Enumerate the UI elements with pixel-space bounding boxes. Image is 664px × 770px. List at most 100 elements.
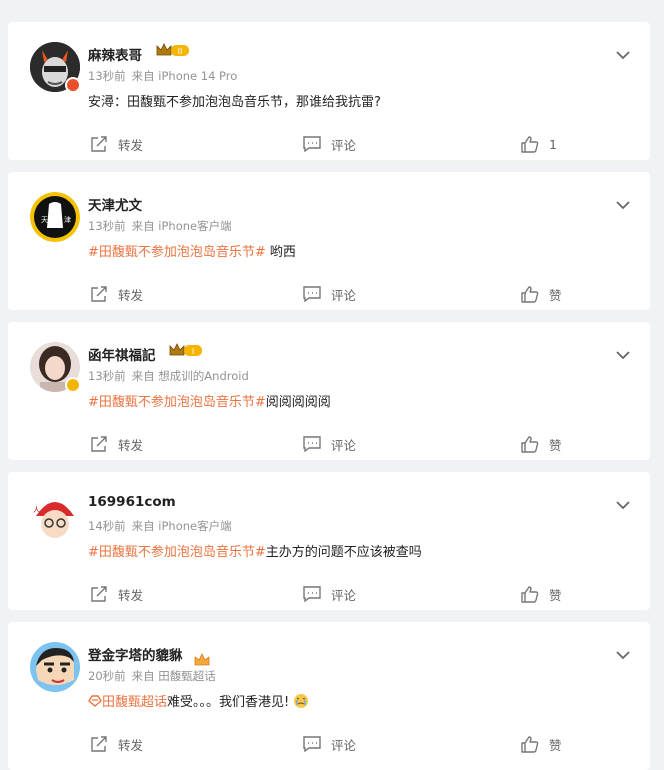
user-name[interactable]: 登金字塔的貔貅 xyxy=(88,644,183,664)
comment-button[interactable]: 评论 xyxy=(303,284,356,304)
post-meta: 13秒前 来自 想成训的Android xyxy=(88,368,249,384)
comment-button[interactable]: 评论 xyxy=(303,584,356,604)
comment-label: 评论 xyxy=(331,137,357,153)
post-time[interactable]: 20秒前 xyxy=(88,669,126,683)
comment-card: 函年祺福記 I 13秒前 来自 想成训的Android #田馥甄不参加泡泡岛音乐节… xyxy=(8,322,650,460)
like-count: 1 xyxy=(549,136,557,152)
cartoon-boy-avatar[interactable]: 人 xyxy=(30,492,80,542)
repost-label: 转发 xyxy=(118,587,144,603)
repost-label: 转发 xyxy=(118,137,144,153)
crown-level: I xyxy=(192,347,194,356)
comment-button[interactable]: 评论 xyxy=(303,134,356,154)
super-topic-link[interactable]: 田馥甄超话 xyxy=(102,695,167,710)
comment-button[interactable]: 评论 xyxy=(303,434,356,454)
crying-emoji-icon xyxy=(294,694,309,708)
post-time[interactable]: 13秒前 xyxy=(88,369,126,383)
tianjin-logo-avatar[interactable]: 天 津 xyxy=(30,192,80,242)
repost-label: 转发 xyxy=(118,437,144,453)
comment-label: 评论 xyxy=(331,587,357,603)
thumbs-up-icon xyxy=(521,735,539,753)
chevron-down-icon[interactable] xyxy=(616,50,630,60)
crown-level: II xyxy=(178,47,183,56)
like-button[interactable]: 赞 xyxy=(521,734,562,754)
comment-body: 哟西 xyxy=(265,245,296,260)
svg-text:津: 津 xyxy=(64,216,71,224)
vip-crown-icon[interactable]: I xyxy=(168,342,204,358)
topic-link[interactable]: #田馥甄不参加泡泡岛音乐节# xyxy=(88,545,266,560)
super-topic-icon xyxy=(88,695,102,707)
post-meta: 20秒前 来自 田馥甄超话 xyxy=(88,668,216,684)
repost-icon xyxy=(91,586,107,602)
svg-text:天: 天 xyxy=(41,216,48,224)
repost-label: 转发 xyxy=(118,737,144,753)
chevron-down-icon[interactable] xyxy=(616,350,630,360)
user-name[interactable]: 麻辣表哥 xyxy=(88,44,142,64)
repost-icon xyxy=(91,736,107,752)
comment-icon xyxy=(303,136,321,152)
post-source: 来自 iPhone 14 Pro xyxy=(131,69,238,83)
like-label: 赞 xyxy=(549,587,562,603)
post-source: 来自 iPhone客户端 xyxy=(131,519,232,533)
post-source: 来自 田馥甄超话 xyxy=(131,669,216,683)
comment-body: 主办方的问题不应该被查吗 xyxy=(265,545,422,560)
repost-button[interactable]: 转发 xyxy=(90,584,143,604)
repost-button[interactable]: 转发 xyxy=(90,284,143,304)
svg-text:人: 人 xyxy=(33,506,40,514)
comment-icon xyxy=(303,436,321,452)
thumbs-up-icon xyxy=(521,285,539,303)
comment-label: 评论 xyxy=(331,287,357,303)
like-button[interactable]: 1 xyxy=(521,134,557,154)
user-name[interactable]: 函年祺福記 xyxy=(88,344,156,364)
repost-button[interactable]: 转发 xyxy=(90,434,143,454)
post-source: 来自 想成训的Android xyxy=(131,369,249,383)
like-label: 赞 xyxy=(549,737,562,753)
topic-link[interactable]: #田馥甄不参加泡泡岛音乐节# xyxy=(88,395,266,410)
like-label: 赞 xyxy=(549,287,562,303)
post-time[interactable]: 14秒前 xyxy=(88,519,126,533)
post-meta: 14秒前 来自 iPhone客户端 xyxy=(88,518,232,534)
user-name[interactable]: 天津尤文 xyxy=(88,194,142,214)
comment-label: 评论 xyxy=(331,737,357,753)
comment-text: 安潯：田馥甄不参加泡泡岛音乐节，那谁给我抗雷? xyxy=(88,91,381,110)
thumbs-up-icon xyxy=(521,435,539,453)
thumbs-up-icon xyxy=(521,135,539,153)
like-button[interactable]: 赞 xyxy=(521,584,562,604)
comment-card: 人 169961com 14秒前 来自 iPhone客户端 #田馥甄不参加泡泡岛音… xyxy=(8,472,650,610)
thumbs-up-icon xyxy=(521,585,539,603)
verified-badge xyxy=(65,77,81,93)
chevron-down-icon[interactable] xyxy=(616,500,630,510)
user-name[interactable]: 169961com xyxy=(88,494,176,510)
post-meta: 13秒前 来自 iPhone 14 Pro xyxy=(88,68,237,84)
chevron-down-icon[interactable] xyxy=(616,200,630,210)
like-label: 赞 xyxy=(549,437,562,453)
post-source: 来自 iPhone客户端 xyxy=(131,219,232,233)
comment-label: 评论 xyxy=(331,437,357,453)
comment-card: 天 津 天津尤文 13秒前 来自 iPhone客户端 #田馥甄不参加泡泡岛音乐节#… xyxy=(8,172,650,310)
crayon-shinchan-avatar[interactable] xyxy=(30,642,80,692)
repost-button[interactable]: 转发 xyxy=(90,734,143,754)
vip-crown-icon[interactable]: II xyxy=(155,42,191,58)
comment-body: 难受。。。我们香港见! xyxy=(167,695,290,710)
comment-text: #田馥甄不参加泡泡岛音乐节#阅阅阅阅阅 xyxy=(88,391,331,410)
like-button[interactable]: 赞 xyxy=(521,434,562,454)
comment-icon xyxy=(303,286,321,302)
repost-icon xyxy=(91,136,107,152)
post-time[interactable]: 13秒前 xyxy=(88,219,126,233)
topic-link[interactable]: #田馥甄不参加泡泡岛音乐节# xyxy=(88,245,266,260)
post-time[interactable]: 13秒前 xyxy=(88,69,126,83)
comment-button[interactable]: 评论 xyxy=(303,734,356,754)
repost-label: 转发 xyxy=(118,287,144,303)
post-meta: 13秒前 来自 iPhone客户端 xyxy=(88,218,232,234)
repost-button[interactable]: 转发 xyxy=(90,134,143,154)
chevron-down-icon[interactable] xyxy=(616,650,630,660)
comment-text: #田馥甄不参加泡泡岛音乐节# 哟西 xyxy=(88,241,296,260)
repost-icon xyxy=(91,436,107,452)
comment-icon xyxy=(303,736,321,752)
comment-text: 田馥甄超话难受。。。我们香港见! xyxy=(88,691,309,710)
like-button[interactable]: 赞 xyxy=(521,284,562,304)
verified-badge xyxy=(65,377,81,393)
fan-crown-icon[interactable] xyxy=(194,652,210,668)
comment-text: #田馥甄不参加泡泡岛音乐节#主办方的问题不应该被查吗 xyxy=(88,541,422,560)
comment-card: 麻辣表哥 II 13秒前 来自 iPhone 14 Pro 安潯：田馥甄不参加泡泡… xyxy=(8,22,650,160)
comment-body: 阅阅阅阅阅 xyxy=(265,395,331,410)
